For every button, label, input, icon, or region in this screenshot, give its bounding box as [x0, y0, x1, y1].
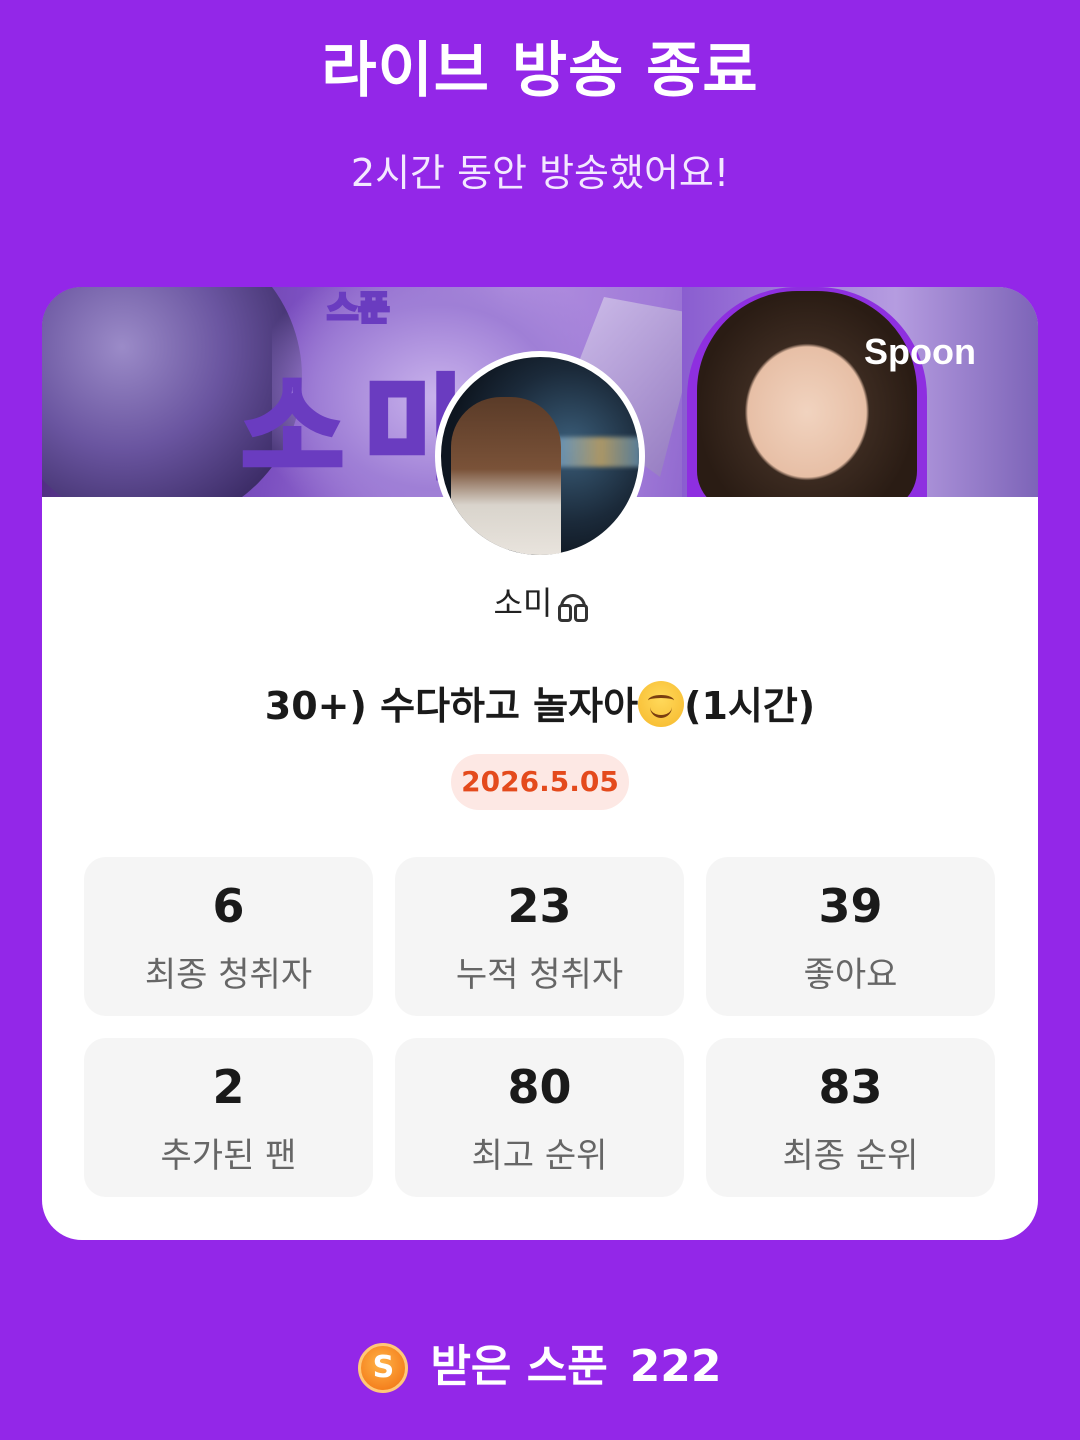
- stat-new-fans: 2 추가된 팬: [84, 1038, 373, 1197]
- stat-value: 83: [818, 1060, 883, 1114]
- stat-label: 최종 순위: [782, 1136, 919, 1176]
- stat-final-rank: 83 최종 순위: [706, 1038, 995, 1197]
- live-title-text: 30+) 수다하고 놀자아: [264, 684, 639, 728]
- username: 소미: [493, 584, 553, 622]
- avatar-person: [451, 397, 561, 555]
- stat-value: 80: [507, 1060, 572, 1114]
- live-title-duration: (1시간): [684, 684, 816, 728]
- banner-portrait-photo: [697, 291, 917, 497]
- stat-likes: 39 좋아요: [706, 857, 995, 1016]
- received-spoons-count: 222: [629, 1341, 722, 1392]
- username-row[interactable]: 소미: [42, 578, 1038, 624]
- broadcast-duration-text: 2시간 동안 방송했어요!: [350, 151, 730, 195]
- stat-total-listeners: 23 누적 청취자: [395, 857, 684, 1016]
- stats-grid: 6 최종 청취자 23 누적 청취자 39 좋아요 2 추가된 팬 80 최고 …: [84, 857, 996, 1197]
- live-title: 30+) 수다하고 놀자아 (1시간): [42, 675, 1038, 730]
- page-title: 라이브 방송 종료: [321, 36, 759, 106]
- avatar[interactable]: [435, 351, 645, 561]
- stat-value: 6: [212, 879, 245, 933]
- stat-final-listeners: 6 최종 청취자: [84, 857, 373, 1016]
- spoon-coin-icon: S: [358, 1343, 409, 1393]
- stat-label: 누적 청취자: [455, 955, 624, 995]
- headphone-icon: [558, 594, 589, 622]
- stat-highest-rank: 80 최고 순위: [395, 1038, 684, 1197]
- stat-label: 최종 청취자: [144, 955, 313, 995]
- stat-label: 좋아요: [803, 955, 898, 995]
- stat-value: 39: [818, 879, 883, 933]
- spoon-logo: Spoon: [864, 331, 976, 372]
- stat-value: 2: [212, 1060, 245, 1114]
- stat-value: 23: [507, 879, 572, 933]
- received-spoons-label: 받은 스푼: [430, 1341, 608, 1392]
- smiling-face-icon: [638, 681, 685, 727]
- stat-label: 추가된 팬: [160, 1136, 297, 1176]
- stat-label: 최고 순위: [471, 1136, 608, 1176]
- banner-small-text: 스푼: [326, 288, 392, 331]
- received-spoons-row: S 받은 스푼 222: [0, 1330, 1080, 1394]
- broadcast-summary-card: 스푼 소미 Spoon 소미 30+) 수다하고 놀자아 (1시간) 2026.5…: [42, 287, 1038, 1240]
- broadcast-date-badge: 2026.5.05: [451, 754, 629, 810]
